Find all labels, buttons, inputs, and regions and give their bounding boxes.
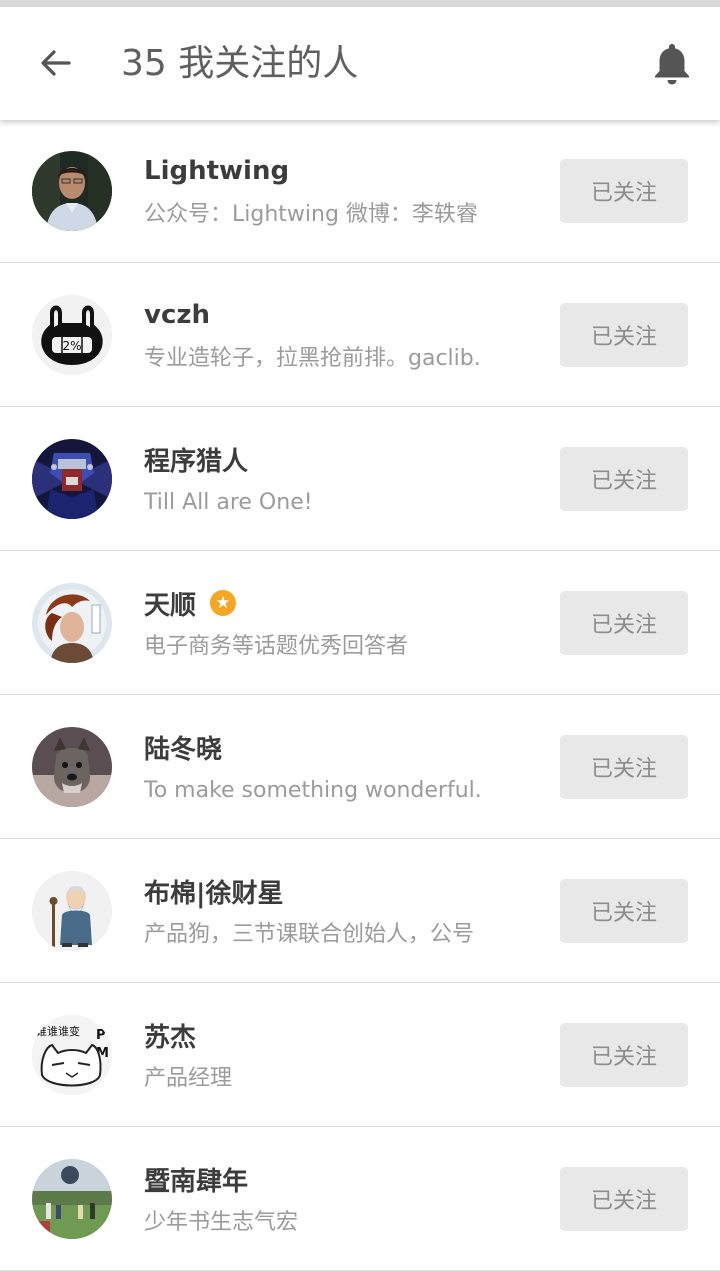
avatar: [32, 1159, 112, 1239]
user-description: 电子商务等话题优秀回答者: [144, 634, 409, 659]
status-bar: [0, 0, 720, 7]
user-description: To make something wonderful.: [144, 778, 482, 803]
star-badge-icon: ★: [210, 590, 237, 616]
avatar: [32, 439, 112, 519]
user-name: 苏杰: [144, 1022, 197, 1053]
user-description: 产品狗，三节课联合创始人，公号: [144, 922, 475, 947]
user-name: 陆冬晓: [144, 734, 223, 765]
list-item[interactable]: 陆冬晓 To make something wonderful. 已关注: [0, 695, 720, 839]
followed-button[interactable]: 已关注: [560, 1167, 688, 1231]
followed-button[interactable]: 已关注: [560, 879, 688, 943]
user-name: 天顺: [144, 590, 197, 621]
user-description: 少年书生志气宏: [144, 1210, 299, 1235]
avatar: 谁谁谁变 P M: [32, 1015, 112, 1095]
followed-button[interactable]: 已关注: [560, 303, 688, 367]
list-item[interactable]: 程序猎人 Till All are One! 已关注: [0, 407, 720, 551]
followed-button[interactable]: 已关注: [560, 735, 688, 799]
avatar: [32, 871, 112, 951]
avatar-text: 谁谁谁变: [36, 1024, 80, 1038]
user-name: vczh: [144, 300, 211, 330]
notifications-button[interactable]: [644, 33, 700, 93]
user-description: 专业造轮子，拉黑抢前排。gaclib.: [144, 346, 481, 371]
bell-icon: [655, 44, 689, 85]
followed-button[interactable]: 已关注: [560, 159, 688, 223]
page-title: 35 我关注的人: [121, 43, 359, 84]
arrow-left-icon: [41, 50, 71, 76]
user-description: 公众号：Lightwing 微博：李轶睿: [144, 202, 478, 227]
followed-button[interactable]: 已关注: [560, 447, 688, 511]
avatar: [32, 727, 112, 807]
user-name: Lightwing: [144, 156, 290, 186]
list-item[interactable]: 谁谁谁变 P M 苏杰 产品经理 已关注: [0, 983, 720, 1127]
user-name: 程序猎人: [144, 446, 249, 477]
avatar-text: 2%: [62, 339, 81, 353]
avatar: 2%: [32, 295, 112, 375]
avatar: [32, 583, 112, 663]
list-item[interactable]: 2% vczh 专业造轮子，拉黑抢前排。gaclib. 已关注: [0, 263, 720, 407]
following-list: Lightwing 公众号：Lightwing 微博：李轶睿 已关注 2% vc…: [0, 119, 720, 1271]
user-description: 产品经理: [144, 1066, 233, 1091]
user-name: 暨南肆年: [144, 1166, 249, 1197]
avatar: [32, 151, 112, 231]
avatar-text: P: [96, 1028, 106, 1043]
followed-button[interactable]: 已关注: [560, 591, 688, 655]
list-item[interactable]: Lightwing 公众号：Lightwing 微博：李轶睿 已关注: [0, 119, 720, 263]
list-item[interactable]: 暨南肆年 少年书生志气宏 已关注: [0, 1127, 720, 1271]
app-bar: 35 我关注的人: [0, 7, 720, 120]
list-item[interactable]: 布棉|徐财星 产品狗，三节课联合创始人，公号 已关注: [0, 839, 720, 983]
user-name: 布棉|徐财星: [144, 878, 284, 909]
list-item[interactable]: 天顺 ★ 电子商务等话题优秀回答者 已关注: [0, 551, 720, 695]
followed-button[interactable]: 已关注: [560, 1023, 688, 1087]
user-description: Till All are One!: [144, 490, 313, 515]
back-button[interactable]: [26, 33, 86, 93]
